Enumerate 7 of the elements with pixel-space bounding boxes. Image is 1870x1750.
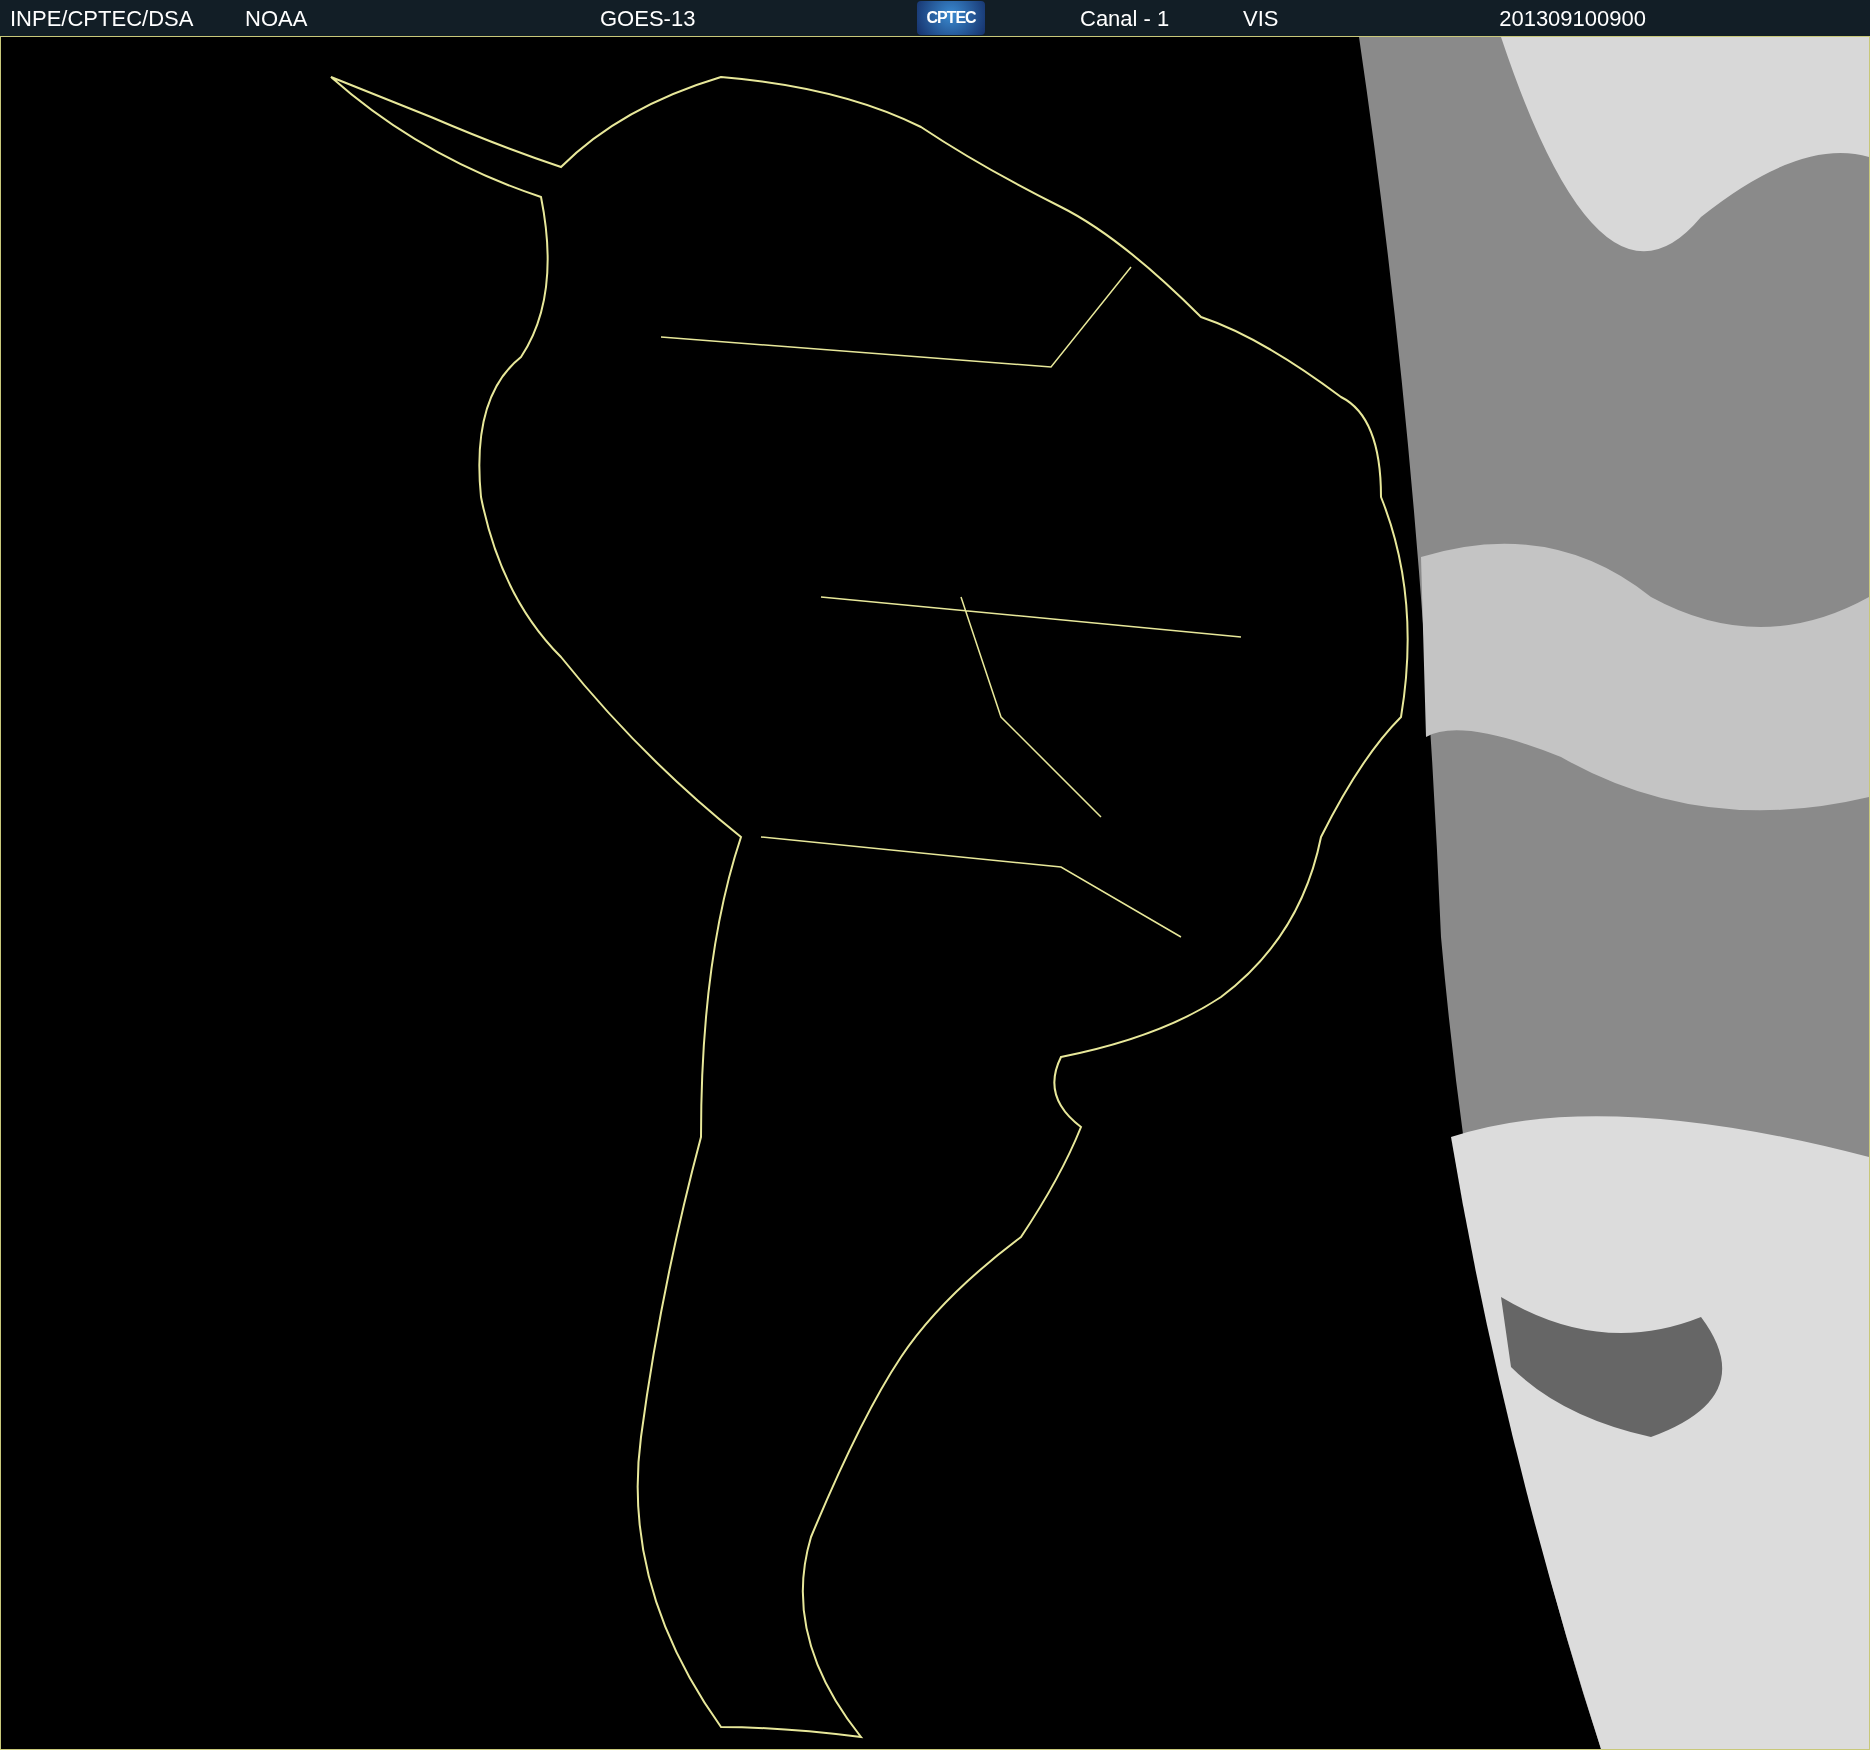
header-label: 201309100900 <box>1498 4 1647 33</box>
header-label: Canal - 1 <box>1080 4 1171 33</box>
header-label: VIS <box>1243 4 1280 33</box>
header-label: NOAA <box>245 4 309 33</box>
logo: CPTEC <box>917 1 985 35</box>
header-label: INPE/CPTEC/DSA <box>9 4 195 33</box>
header-label: GOES-13 <box>600 4 697 33</box>
